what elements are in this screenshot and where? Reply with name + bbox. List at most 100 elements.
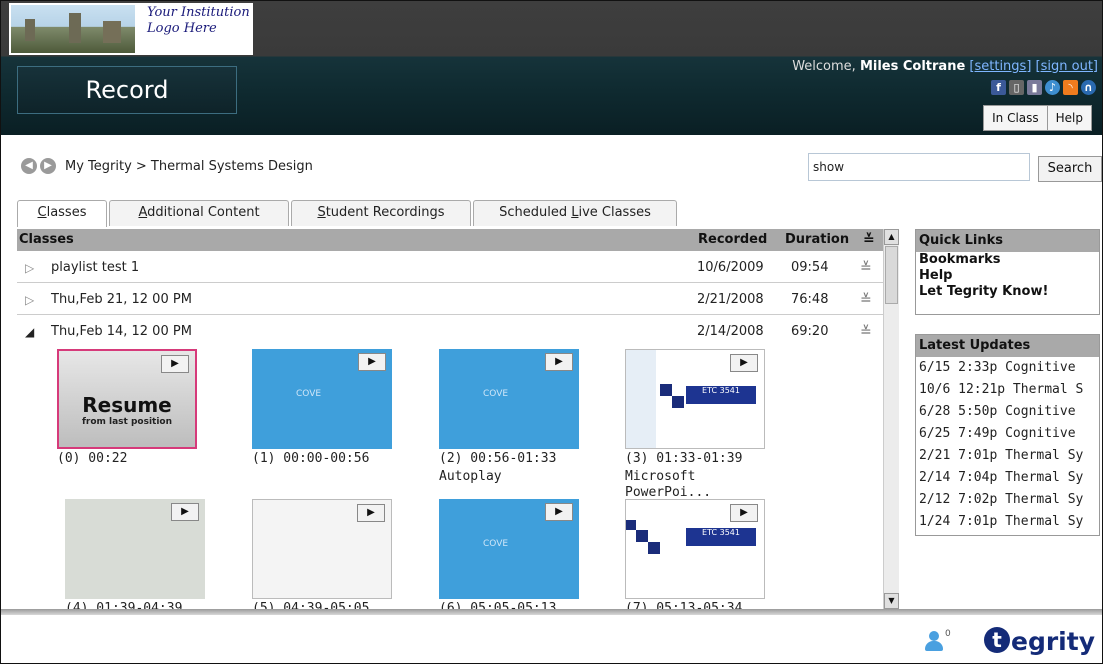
- chevron-down-icon[interactable]: ≚: [860, 317, 872, 347]
- latest-updates-panel: Latest Updates 6/15 2:33p Cognitive 10/6…: [915, 334, 1100, 536]
- classes-panel: Classes Recorded Duration ≚ ▷ playlist t…: [17, 229, 899, 611]
- tab-scheduled-live-classes[interactable]: Scheduled Live Classes: [473, 200, 677, 226]
- update-item[interactable]: 6/15 2:33p Cognitive: [916, 357, 1099, 379]
- thumbnail-caption: (1) 00:00-00:56: [252, 451, 370, 466]
- help-link[interactable]: Help: [916, 268, 1099, 284]
- building-photo: [11, 5, 135, 53]
- institution-logo[interactable]: Your Institution Logo Here: [9, 3, 253, 55]
- thumbnail-caption: (3) 01:33-01:39: [625, 451, 743, 466]
- thumbnail-subcaption: Microsoft PowerPoi...: [625, 469, 712, 500]
- user-name: Miles Coltrane: [859, 59, 966, 74]
- tab-additional-content[interactable]: Additional Content: [109, 200, 289, 226]
- logo-text-line2: Logo Here: [147, 21, 217, 36]
- class-row[interactable]: ▷ playlist test 1 10/6/2009 09:54 ≚: [17, 253, 883, 283]
- slide-screenshot[interactable]: ▶ ETC 3541: [625, 499, 765, 599]
- quick-links-title: Quick Links: [916, 230, 1099, 252]
- chevron-down-icon[interactable]: ≚: [860, 285, 872, 315]
- bookmarks-link[interactable]: Bookmarks: [916, 252, 1099, 268]
- play-icon[interactable]: ▶: [545, 353, 573, 371]
- thumbnail[interactable]: ▶ Resume from last position (0) 00:22: [57, 349, 207, 467]
- thumbnail-grid: ▶ Resume from last position (0) 00:22 ▶ …: [57, 349, 877, 611]
- in-class-button[interactable]: In Class: [983, 105, 1048, 131]
- update-item[interactable]: 2/12 7:02p Thermal Sy: [916, 489, 1099, 511]
- desktop-screenshot[interactable]: ▶ COVE: [439, 349, 579, 449]
- thumbnail-subcaption: Autoplay: [439, 469, 502, 484]
- scroll-thumb[interactable]: [885, 246, 898, 304]
- app-window: Your Institution Logo Here Record Welcom…: [0, 0, 1103, 664]
- resume-thumbnail[interactable]: ▶ Resume from last position: [57, 349, 197, 449]
- logo-text-line1: Your Institution: [147, 5, 250, 20]
- thumbnail[interactable]: ▶ COVE (6) 05:05-05:13: [439, 499, 589, 611]
- mobile-icon[interactable]: ▯: [1009, 80, 1024, 95]
- update-item[interactable]: 2/21 7:01p Thermal Sy: [916, 445, 1099, 467]
- breadcrumb[interactable]: My Tegrity > Thermal Systems Design: [65, 159, 313, 174]
- social-icons: f ▯ ▮ ♪ ◝ ∩: [991, 80, 1096, 95]
- record-button[interactable]: Record: [17, 66, 237, 114]
- breadcrumb-row: ◀ ▶ My Tegrity > Thermal Systems Design: [21, 158, 313, 174]
- search-button[interactable]: Search: [1038, 156, 1102, 182]
- play-icon[interactable]: ▶: [545, 503, 573, 521]
- thumbnail[interactable]: ▶ COVE (1) 00:00-00:56: [252, 349, 402, 467]
- play-icon[interactable]: ▶: [358, 353, 386, 371]
- classes-header: Classes Recorded Duration ≚: [17, 229, 883, 251]
- scroll-up-icon[interactable]: ▲: [884, 229, 899, 245]
- vertical-scrollbar[interactable]: ▲ ▼: [883, 229, 899, 609]
- play-icon[interactable]: ▶: [730, 354, 758, 372]
- class-row[interactable]: ▷ Thu,Feb 21, 12 00 PM 2/21/2008 76:48 ≚: [17, 285, 883, 315]
- let-tegrity-know-link[interactable]: Let Tegrity Know!: [916, 284, 1099, 300]
- itunes-icon[interactable]: ♪: [1045, 80, 1060, 95]
- welcome-prefix: Welcome,: [792, 59, 856, 74]
- chevron-down-icon[interactable]: ≚: [860, 253, 872, 283]
- users-online-count: 0: [945, 629, 951, 639]
- back-arrow-icon[interactable]: ◀: [21, 158, 37, 174]
- thumbnail-caption: (2) 00:56-01:33: [439, 451, 557, 466]
- settings-link[interactable]: [settings]: [969, 59, 1031, 74]
- desktop-screenshot[interactable]: ▶ COVE: [252, 349, 392, 449]
- thumbnail[interactable]: ▶ ETC 3541 (7) 05:13-05:34: [625, 499, 775, 611]
- desktop-screenshot[interactable]: ▶ COVE: [439, 499, 579, 599]
- help-button[interactable]: Help: [1046, 105, 1092, 131]
- thumbnail[interactable]: ▶ COVE (2) 00:56-01:33 Autoplay: [439, 349, 589, 485]
- ipod-icon[interactable]: ▮: [1027, 80, 1042, 95]
- col-recorded[interactable]: Recorded: [698, 229, 767, 251]
- thumbnail[interactable]: ▶ ETC 3541 (3) 01:33-01:39 Microsoft Pow…: [625, 349, 775, 501]
- tegrity-logo: t egrity: [984, 627, 1095, 656]
- update-item[interactable]: 6/28 5:50p Cognitive: [916, 401, 1099, 423]
- podcast-icon[interactable]: ∩: [1081, 80, 1096, 95]
- header-bar: Your Institution Logo Here Record Welcom…: [1, 1, 1102, 135]
- users-online-icon[interactable]: 0: [923, 629, 951, 655]
- facebook-icon[interactable]: f: [991, 80, 1006, 95]
- tab-classes[interactable]: Classes: [17, 200, 107, 227]
- play-icon[interactable]: ▶: [171, 503, 199, 521]
- drawing-screenshot[interactable]: ▶: [252, 499, 392, 599]
- rss-icon[interactable]: ◝: [1063, 80, 1078, 95]
- collapse-triangle-icon[interactable]: ◢: [25, 317, 34, 347]
- tab-student-recordings[interactable]: Student Recordings: [291, 200, 471, 226]
- update-item[interactable]: 6/25 7:49p Cognitive: [916, 423, 1099, 445]
- whiteboard-screenshot[interactable]: ▶: [65, 499, 205, 599]
- thumbnail[interactable]: ▶ (5) 04:39-05:05: [252, 499, 402, 611]
- class-row-expanded[interactable]: ◢ Thu,Feb 14, 12 00 PM 2/14/2008 69:20 ≚: [17, 317, 883, 347]
- play-icon[interactable]: ▶: [730, 504, 758, 522]
- latest-updates-title: Latest Updates: [916, 335, 1099, 357]
- col-duration[interactable]: Duration: [785, 229, 849, 251]
- scroll-down-icon[interactable]: ▼: [884, 593, 899, 609]
- thumbnail[interactable]: ▶ (4) 01:39-04:39: [65, 499, 215, 611]
- expand-all-icon[interactable]: ≚: [863, 229, 875, 251]
- play-icon[interactable]: ▶: [161, 355, 189, 373]
- thumbnail-caption: (0) 00:22: [57, 451, 128, 466]
- forward-arrow-icon[interactable]: ▶: [40, 158, 56, 174]
- quick-links-panel: Quick Links Bookmarks Help Let Tegrity K…: [915, 229, 1100, 315]
- welcome-line: Welcome, Miles Coltrane [settings] [sign…: [792, 59, 1098, 74]
- search-input[interactable]: [808, 153, 1030, 181]
- update-item[interactable]: 2/14 7:04p Thermal Sy: [916, 467, 1099, 489]
- expand-triangle-icon[interactable]: ▷: [25, 285, 34, 315]
- slide-screenshot[interactable]: ▶ ETC 3541: [625, 349, 765, 449]
- expand-triangle-icon[interactable]: ▷: [25, 253, 34, 283]
- col-classes: Classes: [19, 232, 74, 247]
- sign-out-link[interactable]: [sign out]: [1036, 59, 1098, 74]
- update-item[interactable]: 1/24 7:01p Thermal Sy: [916, 511, 1099, 533]
- update-item[interactable]: 10/6 12:21p Thermal S: [916, 379, 1099, 401]
- footer-divider: [1, 609, 1102, 615]
- play-icon[interactable]: ▶: [357, 504, 385, 522]
